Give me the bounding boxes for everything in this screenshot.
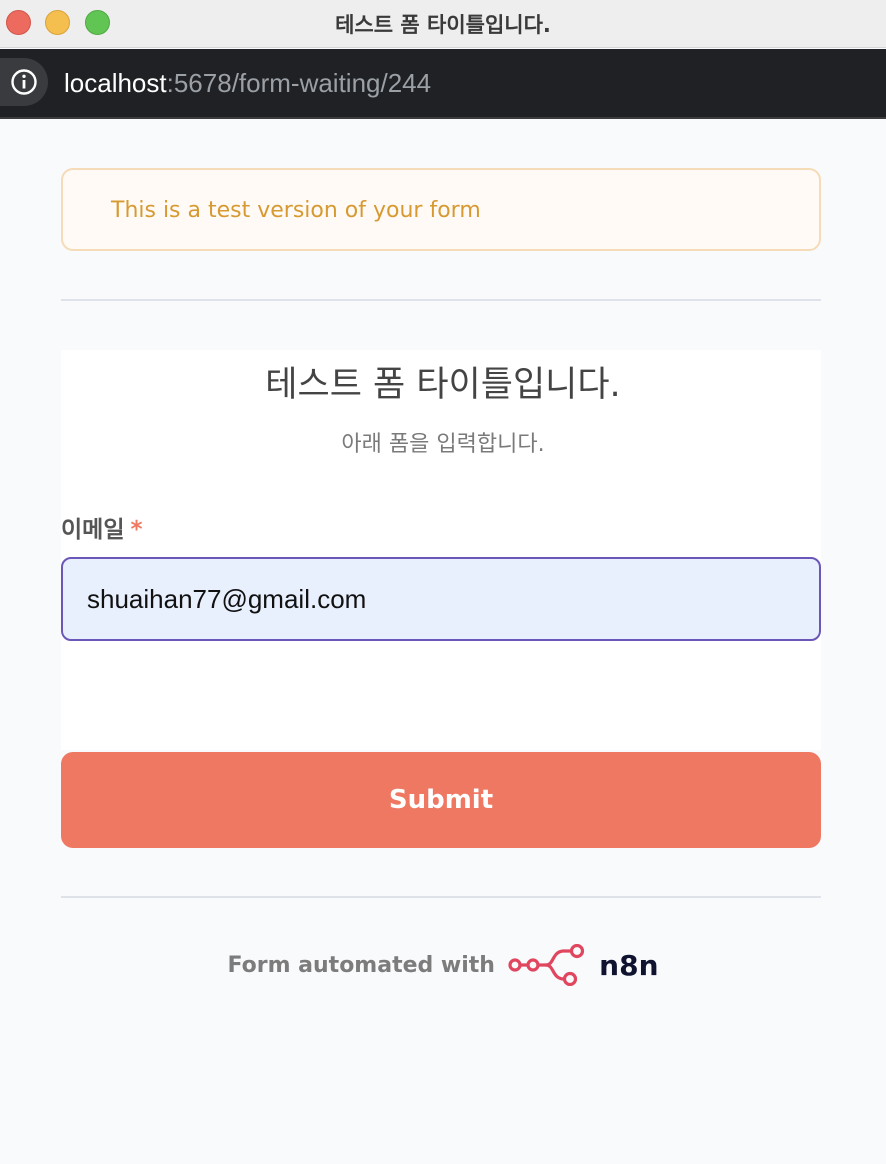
n8n-logo-icon bbox=[508, 944, 585, 986]
divider-bottom bbox=[61, 896, 821, 898]
info-icon bbox=[11, 69, 37, 95]
url-host: localhost bbox=[64, 68, 167, 98]
form-card bbox=[61, 350, 821, 750]
url-path: :5678/form-waiting/244 bbox=[166, 68, 432, 98]
required-asterisk: * bbox=[130, 517, 143, 543]
email-label-text: 이메일 bbox=[61, 517, 125, 543]
address-bar[interactable]: localhost:5678/form-waiting/244 bbox=[0, 49, 886, 119]
submit-button[interactable]: Submit bbox=[61, 752, 821, 848]
n8n-brand-text: n8n bbox=[599, 948, 659, 982]
site-info-button[interactable] bbox=[0, 58, 48, 106]
form-title: 테스트 폼 타이틀입니다. bbox=[265, 365, 621, 405]
email-field[interactable] bbox=[61, 557, 821, 641]
window-title: 테스트 폼 타이틀입니다. bbox=[335, 13, 551, 37]
footer-text: Form automated with bbox=[227, 952, 495, 978]
test-version-banner: This is a test version of your form bbox=[61, 168, 821, 251]
divider-top bbox=[61, 299, 821, 301]
url-text[interactable]: localhost:5678/form-waiting/244 bbox=[64, 68, 431, 99]
banner-text: This is a test version of your form bbox=[111, 198, 481, 223]
window-titlebar: 테스트 폼 타이틀입니다. bbox=[0, 0, 886, 48]
form-subtitle: 아래 폼을 입력합니다. bbox=[341, 432, 545, 457]
email-field-label: 이메일 * bbox=[61, 510, 143, 544]
footer[interactable]: Form automated with n8n bbox=[0, 944, 886, 988]
